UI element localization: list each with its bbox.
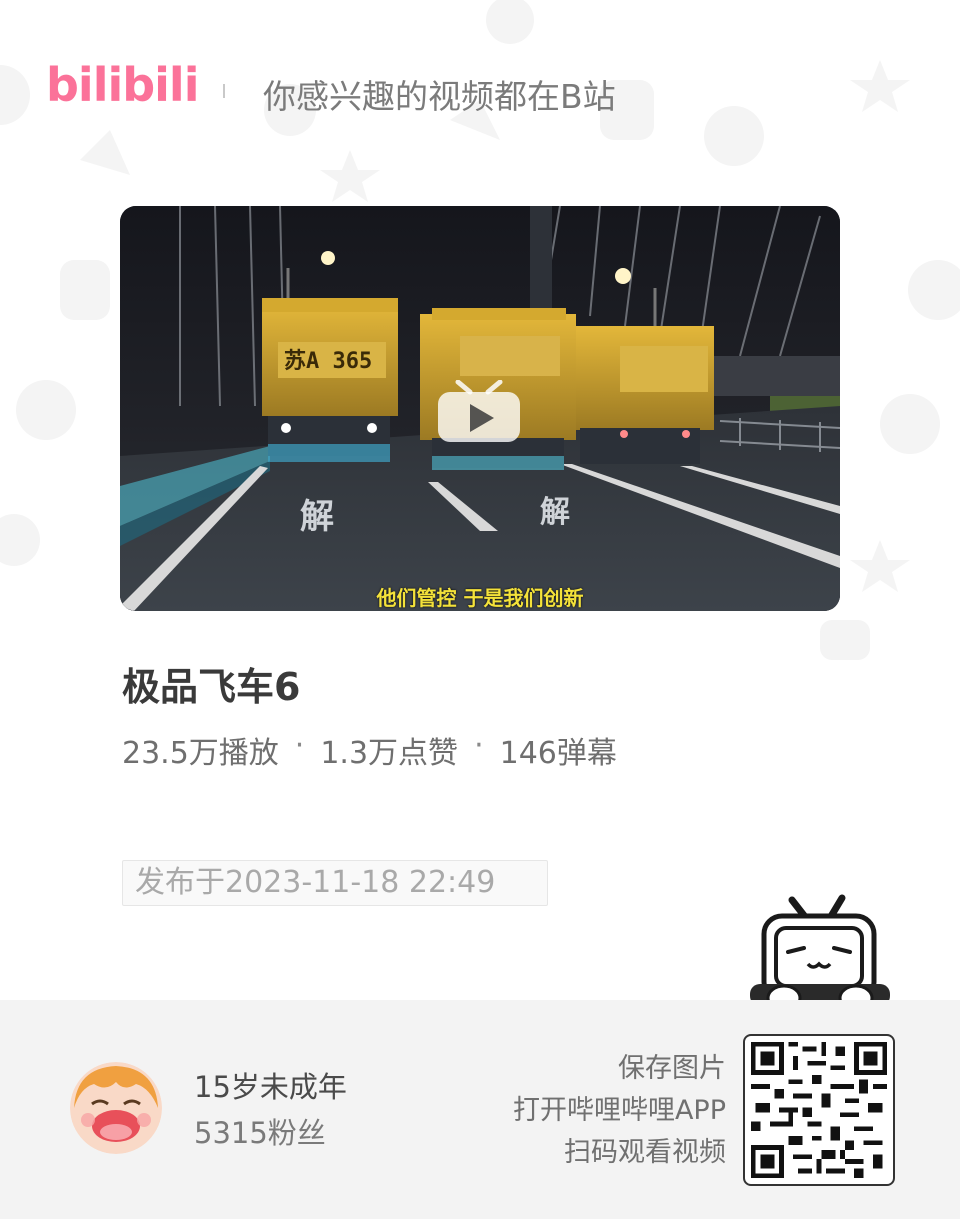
- fan-count: 5315粉丝: [194, 1116, 326, 1150]
- open-app-text: 打开哔哩哔哩APP: [512, 1095, 726, 1126]
- video-subtitle: 他们管控 于是我们创新: [376, 586, 584, 610]
- share-poster: bilibili 你感兴趣的视频都在B站 解 解 苏A 365 他们管控 于是我…: [0, 0, 960, 1219]
- play-count: 23.5万播放: [122, 736, 279, 771]
- danmaku-count: 146弹幕: [499, 736, 617, 771]
- video-stats: 23.5万播放 · 1.3万点赞 · 146弹幕: [122, 728, 617, 772]
- header: bilibili 你感兴趣的视频都在B站: [46, 40, 616, 130]
- slogan: 你感兴趣的视频都在B站: [263, 77, 616, 116]
- svg-text:解: 解: [540, 495, 570, 530]
- publish-date: 发布于2023-11-18 22:49: [122, 860, 548, 906]
- plate-text: 苏A 365: [284, 348, 372, 374]
- share-instructions: 保存图片 打开哔哩哔哩APP 扫码观看视频: [513, 1048, 726, 1174]
- svg-text:解: 解: [300, 497, 334, 537]
- uploader-name[interactable]: 15岁未成年: [194, 1064, 347, 1106]
- avatar[interactable]: [70, 1062, 162, 1154]
- stats-separator: ·: [294, 728, 305, 763]
- like-count: 1.3万点赞: [320, 736, 459, 771]
- bilibili-logo: bilibili: [46, 52, 199, 118]
- scan-code-text: 扫码观看视频: [564, 1137, 726, 1168]
- stats-separator: ·: [474, 728, 484, 763]
- save-image-text: 保存图片: [618, 1053, 726, 1084]
- play-icon[interactable]: [436, 380, 522, 442]
- qr-code-graphic: [751, 1042, 887, 1178]
- video-title: 极品飞车6: [122, 665, 301, 709]
- qr-code: [743, 1034, 895, 1186]
- logo-text: bilibili: [46, 58, 199, 112]
- header-divider: [223, 84, 225, 98]
- footer: 15岁未成年 5315粉丝 保存图片 打开哔哩哔哩APP 扫码观看视频: [0, 1000, 960, 1219]
